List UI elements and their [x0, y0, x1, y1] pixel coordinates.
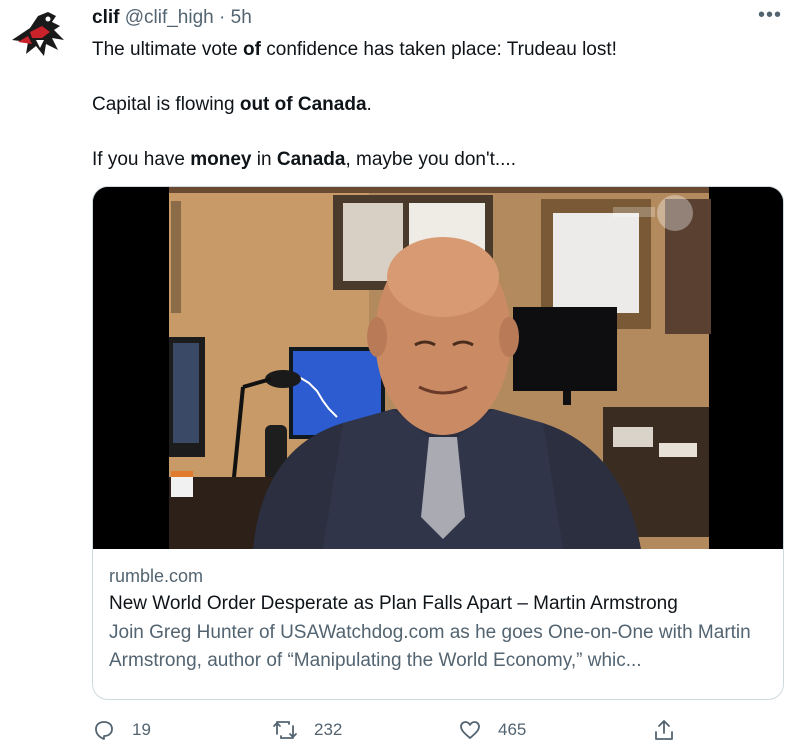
right-monitor: [513, 307, 617, 391]
tweet-line-3: If you have money in Canada, maybe you d…: [92, 146, 782, 174]
retweet-icon: [273, 721, 297, 739]
author-name[interactable]: clif: [92, 7, 119, 28]
card-info: rumble.com New World Order Desperate as …: [109, 563, 769, 675]
tweet-header: clif @clif_high · 5h: [92, 6, 252, 30]
text-bold-segment: out of Canada: [239, 94, 367, 115]
text-segment: .: [366, 94, 372, 115]
tweet-actions: 19 232 465: [92, 718, 692, 746]
share-button[interactable]: [652, 718, 692, 742]
video-thumbnail[interactable]: [93, 187, 783, 549]
author-handle[interactable]: @clif_high: [125, 7, 214, 28]
text-bold-segment: Canada: [276, 149, 346, 170]
tweet-line-1: The ultimate vote of confidence has take…: [92, 36, 782, 64]
tweet-line-2: Capital is flowing out of Canada.: [92, 91, 782, 119]
like-count: 465: [498, 720, 527, 739]
more-icon[interactable]: •••: [758, 4, 782, 27]
header-separator: ·: [219, 7, 226, 28]
card-domain: rumble.com: [109, 566, 204, 586]
like-button[interactable]: 465: [458, 718, 526, 742]
overlay-button-icon[interactable]: [657, 195, 693, 231]
retweet-count: 232: [314, 720, 343, 739]
reply-icon: [95, 721, 113, 740]
retweet-button[interactable]: 232: [272, 718, 342, 742]
tweet-text: The ultimate vote of confidence has take…: [92, 36, 782, 201]
reply-count: 19: [132, 720, 151, 739]
avatar[interactable]: [8, 6, 72, 66]
card-description: Join Greg Hunter of USAWatchdog.com as h…: [109, 622, 751, 671]
text-segment: If you have: [92, 149, 191, 170]
text-segment: confidence has taken place: Trudeau lost…: [260, 39, 617, 60]
link-card[interactable]: rumble.com New World Order Desperate as …: [92, 186, 784, 700]
tweet-time[interactable]: 5h: [231, 7, 252, 28]
text-segment: Capital is flowing: [92, 94, 240, 115]
card-title: New World Order Desperate as Plan Falls …: [109, 593, 678, 614]
share-icon: [655, 720, 673, 740]
like-icon: [460, 721, 480, 739]
avatar-eagle-icon: [12, 12, 64, 56]
text-bold-segment: money: [190, 149, 252, 170]
text-bold-segment: of: [243, 39, 261, 60]
text-segment: The ultimate vote: [92, 39, 244, 60]
text-segment: in: [251, 149, 277, 170]
reply-button[interactable]: 19: [92, 718, 151, 742]
text-segment: , maybe you don't....: [345, 149, 516, 170]
